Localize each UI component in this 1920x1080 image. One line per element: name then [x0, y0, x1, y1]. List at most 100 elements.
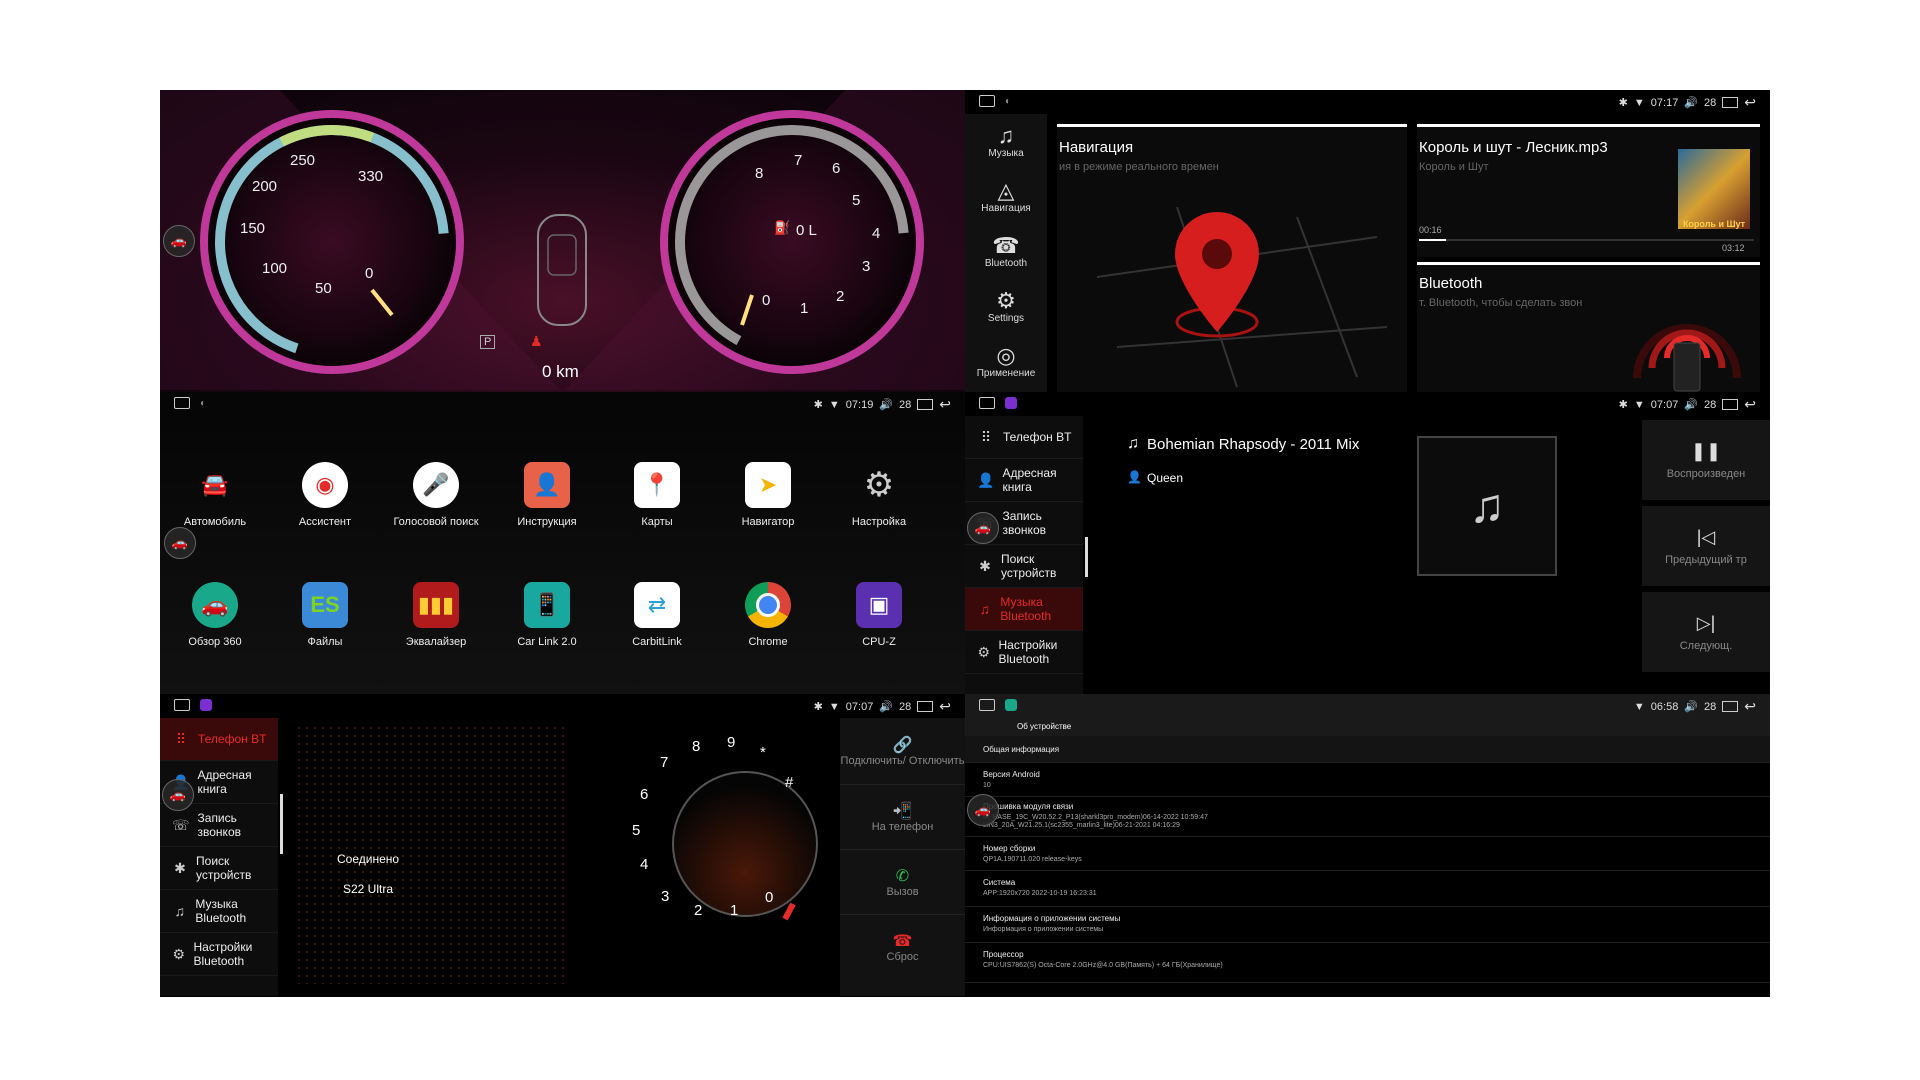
about-row[interactable]: Номер сборки QP1A.190711.020 release-keys — [965, 836, 1770, 871]
hangup-button[interactable]: ☎ Сброс — [840, 915, 965, 979]
window-icon[interactable] — [1722, 97, 1739, 108]
app-maps[interactable]: 📍 Карты — [602, 462, 712, 528]
menu-bt-phone[interactable]: ⠿ Телефон BT — [965, 416, 1083, 459]
back-icon[interactable]: ↩ — [1744, 94, 1756, 111]
home-icon[interactable] — [979, 699, 995, 711]
back-icon[interactable]: ↩ — [939, 396, 951, 413]
cluster-graphics — [160, 90, 965, 390]
page-title: Об устройстве — [1017, 722, 1072, 731]
car-float-icon[interactable]: 🚗 — [162, 779, 194, 811]
speed-tick: 0 — [365, 265, 374, 282]
back-icon[interactable]: ↩ — [939, 698, 951, 715]
app-navigator[interactable]: ➤ Навигатор — [713, 462, 823, 528]
previous-button[interactable]: |◁ Предыдущий тр — [1642, 506, 1770, 586]
music-card[interactable]: Король и шут - Лесник.mp3 Король и Шут К… — [1417, 124, 1760, 257]
elapsed-time: 00:16 — [1419, 225, 1442, 235]
window-icon[interactable] — [1722, 701, 1739, 712]
menu-bt-settings[interactable]: ⚙ Настройки Bluetooth — [965, 631, 1083, 674]
app-cpuz[interactable]: ▣ CPU-Z — [824, 582, 934, 648]
app-360[interactable]: 🚗 Обзор 360 — [160, 582, 270, 648]
dialpad-icon: ⠿ — [175, 731, 187, 747]
dial-key[interactable]: 4 — [640, 856, 648, 873]
dial-key[interactable]: 9 — [727, 734, 735, 751]
menu-bt-music[interactable]: ♫ Музыка Bluetooth — [160, 890, 278, 933]
app-car[interactable]: 🚘 Автомобиль — [160, 462, 270, 528]
car-float-icon[interactable]: 🚗 — [967, 512, 999, 544]
home-icon[interactable] — [979, 95, 995, 107]
play-pause-button[interactable]: ❚❚ Воспроизведен — [1642, 420, 1770, 500]
car-float-icon[interactable]: 🚗 — [163, 225, 195, 257]
sidebar-label: Навигация — [981, 203, 1031, 214]
sidebar-item-apps[interactable]: ◎ Применение — [965, 334, 1047, 389]
app-carbitlink[interactable]: ⇄ CarbitLink — [602, 582, 712, 648]
bluetooth-card[interactable]: Bluetooth т. Bluetooth, чтобы сделать зв… — [1417, 262, 1760, 392]
status-volume: 28 — [1704, 700, 1717, 713]
dial-key[interactable]: 3 — [661, 888, 669, 905]
menu-address-book[interactable]: 👤Адресная книга — [965, 459, 1083, 502]
home-icon[interactable] — [174, 699, 190, 711]
dial-key[interactable]: 5 — [632, 822, 640, 839]
app-equalizer[interactable]: ▮▮▮ Эквалайзер — [381, 582, 491, 648]
scrollbar[interactable] — [1085, 537, 1088, 577]
about-row[interactable]: Система APP:1920x720 2022-10-19 16:23:31 — [965, 870, 1770, 907]
app-settings[interactable]: ⚙ Настройка — [824, 462, 934, 528]
scrollbar[interactable] — [280, 794, 283, 854]
bluetooth-icon: ✱ — [979, 558, 991, 574]
status-time: 07:07 — [1650, 398, 1679, 411]
sidebar-label: Bluetooth — [984, 258, 1028, 269]
about-row[interactable]: Версия Android 10 — [965, 762, 1770, 797]
about-row[interactable]: Информация о приложении системы Информаци… — [965, 906, 1770, 943]
home-icon[interactable] — [979, 397, 995, 409]
speed-tick: 150 — [240, 220, 266, 237]
menu-bt-settings[interactable]: ⚙ Настройки Bluetooth — [160, 933, 278, 976]
app-chrome[interactable]: Chrome — [713, 582, 823, 648]
car-float-icon[interactable]: 🚗 — [164, 527, 196, 559]
menu-device-search[interactable]: ✱ Поиск устройств — [160, 847, 278, 890]
sidebar-item-music[interactable]: ♫ Музыка — [965, 114, 1047, 169]
status-time: 07:17 — [1650, 96, 1679, 109]
music-icon: ♫ — [174, 903, 185, 919]
menu-device-search[interactable]: ✱ Поиск устройств — [965, 545, 1083, 588]
back-icon[interactable]: ↩ — [1744, 698, 1756, 715]
about-row[interactable]: Прошивка модуля связи M_BASE_19C_W20.52.2… — [965, 796, 1770, 837]
next-button[interactable]: ▷| Следующ. — [1642, 592, 1770, 672]
equalizer-icon: ▮▮▮ — [413, 582, 459, 628]
app-carlink[interactable]: 📱 Car Link 2.0 — [492, 582, 602, 648]
app-files[interactable]: ES Файлы — [270, 582, 380, 648]
menu-bt-phone[interactable]: ⠿ Телефон BT — [160, 718, 278, 761]
app-manual[interactable]: 👤 Инструкция — [492, 462, 602, 528]
dial-key[interactable]: 0 — [765, 889, 773, 906]
app-assistant[interactable]: ◉ Ассистент — [270, 462, 380, 528]
about-row[interactable]: Процессор CPU:UIS7862(S) Octa-Core 2.0GHz… — [965, 942, 1770, 983]
app-voice-search[interactable]: 🎤 Голосовой поиск — [381, 462, 491, 528]
back-icon[interactable]: ↩ — [1744, 396, 1756, 413]
status-time: 07:07 — [845, 700, 874, 713]
dial-key[interactable]: 7 — [660, 754, 668, 771]
connection-status: Соединено — [337, 852, 400, 866]
call-button[interactable]: ✆ Вызов — [840, 850, 965, 915]
to-phone-button[interactable]: 📲 На телефон — [840, 785, 965, 850]
sidebar-item-settings[interactable]: ⚙ Settings — [965, 279, 1047, 334]
dial-key[interactable]: * — [760, 744, 766, 761]
assistant-icon: ◉ — [302, 462, 348, 508]
menu-bt-music[interactable]: ♫ Музыка Bluetooth — [965, 588, 1083, 631]
sidebar-item-navigation[interactable]: ◬ Навигация — [965, 169, 1047, 224]
connect-button[interactable]: 🔗 Подключить/ Отключить — [840, 718, 965, 785]
home-icon[interactable] — [174, 397, 190, 409]
sidebar-item-bluetooth[interactable]: ☎ Bluetooth — [965, 224, 1047, 279]
car-float-icon[interactable]: 🚗 — [967, 794, 999, 826]
artist-name: Queen — [1147, 471, 1184, 485]
window-icon[interactable] — [1722, 399, 1739, 410]
dial-key[interactable]: 8 — [692, 738, 700, 755]
dial-key[interactable]: 1 — [730, 902, 738, 919]
about-row[interactable]: Общая информация — [965, 736, 1770, 763]
window-icon[interactable] — [917, 701, 934, 712]
navigation-card[interactable]: Навигация ия в режиме реального времен — [1057, 124, 1407, 392]
dial-key[interactable]: 2 — [694, 902, 702, 919]
dial-key[interactable]: 6 — [640, 786, 648, 803]
album-art: Король и Шут — [1678, 149, 1750, 229]
dial-key[interactable]: # — [785, 774, 793, 791]
status-time: 07:19 — [845, 398, 874, 411]
window-icon[interactable] — [917, 399, 934, 410]
progress-bar[interactable] — [1419, 239, 1754, 241]
